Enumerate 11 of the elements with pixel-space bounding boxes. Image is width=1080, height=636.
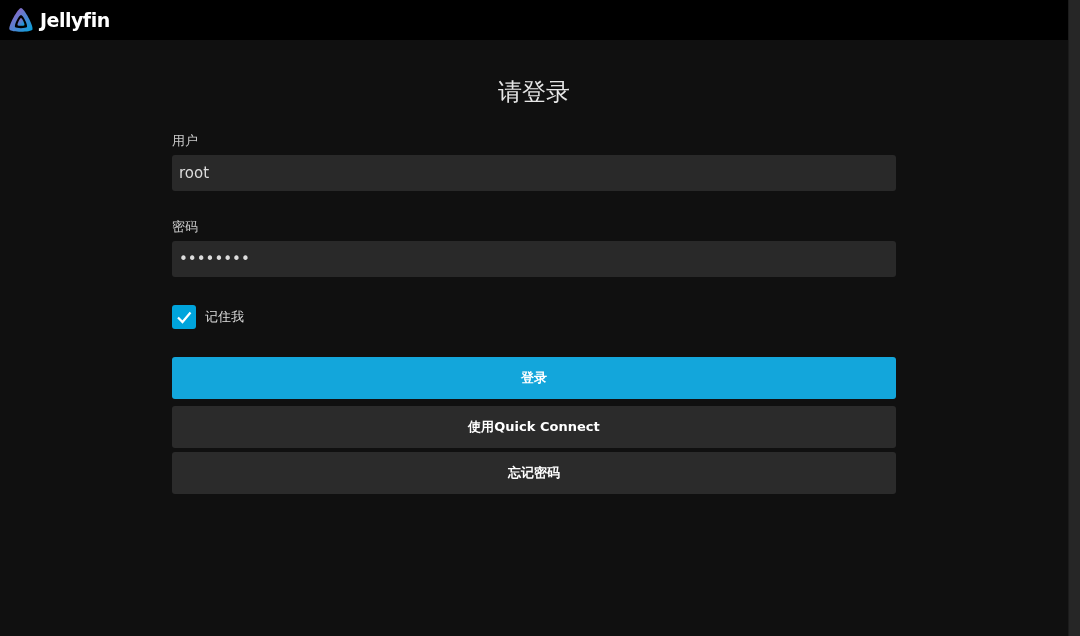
field-label: 密码: [172, 218, 199, 236]
username-field[interactable]: root: [172, 155, 896, 191]
checkbox-label: 记住我: [205, 308, 244, 326]
action-button[interactable]: 使用Quick Connect: [172, 406, 896, 448]
page-title: 请登录: [497, 77, 571, 108]
logo-icon: [7, 7, 35, 33]
field-label: 用户: [172, 132, 199, 150]
remember-checkbox[interactable]: [172, 305, 196, 329]
brand-name: Jellyfin: [40, 9, 110, 31]
action-button[interactable]: 忘记密码: [172, 452, 896, 494]
password-field[interactable]: ••••••••: [172, 241, 896, 277]
